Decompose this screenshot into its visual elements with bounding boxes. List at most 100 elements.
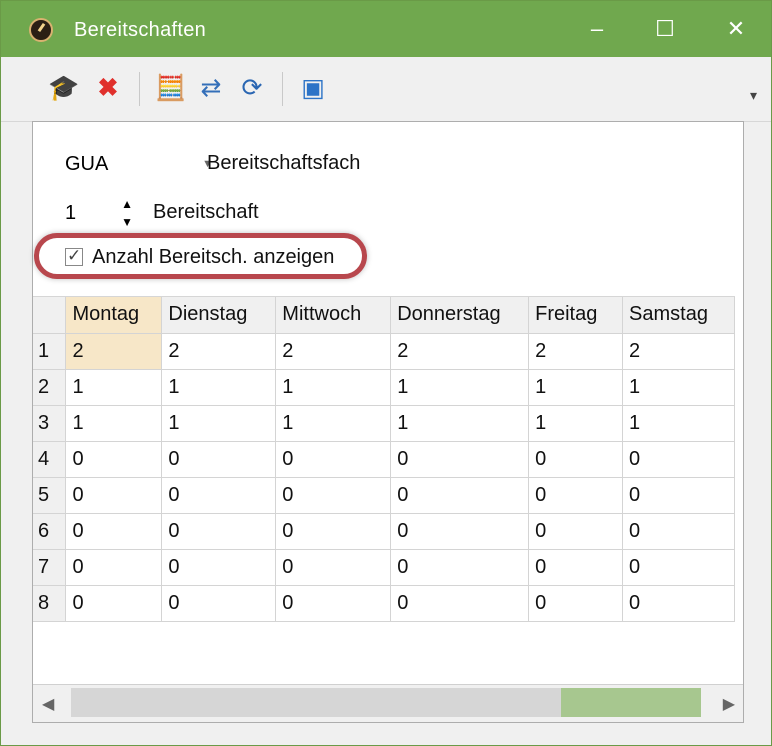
table-cell[interactable]: 2 bbox=[528, 333, 624, 370]
table-cell[interactable]: 0 bbox=[65, 441, 163, 478]
table-cell[interactable]: 1 bbox=[275, 405, 392, 442]
table-cell[interactable]: 0 bbox=[161, 585, 277, 622]
table-cell[interactable]: 1 bbox=[528, 405, 624, 442]
table-cell[interactable]: 0 bbox=[622, 513, 735, 550]
table-cell[interactable]: 0 bbox=[528, 513, 624, 550]
window-title: Bereitschaften bbox=[74, 19, 207, 41]
table-cell[interactable]: 0 bbox=[275, 513, 392, 550]
main-panel: GUA ▼ Bereitschaftsfach 1 ▲ ▼ Bereitscha… bbox=[32, 121, 744, 723]
corner-cell bbox=[33, 297, 67, 334]
toolbar: 🎓 ✖ 🧮 ⇄ ⟳ ▣ ▾ bbox=[1, 57, 771, 122]
table-cell[interactable]: 0 bbox=[622, 441, 735, 478]
table-cell[interactable]: 0 bbox=[622, 549, 735, 586]
scroll-thumb[interactable] bbox=[71, 688, 561, 717]
column-header[interactable]: Samstag bbox=[622, 297, 735, 334]
close-button[interactable]: ✕ bbox=[702, 1, 770, 57]
table-cell[interactable]: 0 bbox=[528, 441, 624, 478]
table-cell[interactable]: 2 bbox=[275, 333, 392, 370]
table-cell[interactable]: 0 bbox=[275, 549, 392, 586]
table-row: 8 0 0 0 0 0 0 bbox=[33, 585, 735, 622]
table-cell[interactable]: 0 bbox=[390, 441, 530, 478]
table-cell[interactable]: 0 bbox=[528, 477, 624, 514]
table-cell[interactable]: 0 bbox=[161, 441, 277, 478]
table-cell[interactable]: 2 bbox=[390, 333, 530, 370]
table-cell[interactable]: 1 bbox=[65, 405, 163, 442]
table-cell[interactable]: 0 bbox=[390, 477, 530, 514]
readiness-stepper[interactable]: 1 ▲ ▼ bbox=[61, 194, 141, 232]
table-cell[interactable]: 1 bbox=[275, 369, 392, 406]
table-cell[interactable]: 2 bbox=[65, 333, 163, 370]
table-cell[interactable]: 0 bbox=[161, 477, 277, 514]
calculator-icon[interactable]: 🧮 bbox=[155, 75, 186, 101]
table-cell[interactable]: 0 bbox=[622, 477, 735, 514]
table-cell[interactable]: 0 bbox=[275, 477, 392, 514]
table-cell[interactable]: 1 bbox=[390, 405, 530, 442]
table-cell[interactable]: 0 bbox=[528, 549, 624, 586]
table-cell[interactable]: 0 bbox=[65, 549, 163, 586]
table-cell[interactable]: 0 bbox=[65, 585, 163, 622]
row-header[interactable]: 4 bbox=[33, 441, 67, 478]
table-cell[interactable]: 2 bbox=[622, 333, 735, 370]
subject-combobox[interactable]: GUA ▼ bbox=[61, 147, 221, 181]
table-cell[interactable]: 0 bbox=[622, 585, 735, 622]
table-cell[interactable]: 0 bbox=[390, 513, 530, 550]
delete-icon[interactable]: ✖ bbox=[90, 75, 126, 101]
readiness-label: Bereitschaft bbox=[153, 201, 259, 223]
row-header[interactable]: 3 bbox=[33, 405, 67, 442]
table-cell[interactable]: 1 bbox=[161, 369, 277, 406]
table-cell[interactable]: 0 bbox=[161, 549, 277, 586]
table-cell[interactable]: 0 bbox=[528, 585, 624, 622]
graduation-cap-icon[interactable]: 🎓 bbox=[48, 75, 80, 101]
column-header[interactable]: Dienstag bbox=[161, 297, 277, 334]
table-cell[interactable]: 0 bbox=[390, 585, 530, 622]
table-cell[interactable]: 1 bbox=[528, 369, 624, 406]
table-cell[interactable]: 1 bbox=[622, 369, 735, 406]
highlight-oval: Anzahl Bereitsch. anzeigen bbox=[34, 233, 367, 279]
table-header-row: Montag Dienstag Mittwoch Donnerstag Frei… bbox=[33, 297, 735, 334]
column-header[interactable]: Freitag bbox=[528, 297, 624, 334]
table-row: 6 0 0 0 0 0 0 bbox=[33, 513, 735, 550]
table-row: 7 0 0 0 0 0 0 bbox=[33, 549, 735, 586]
minimize-button[interactable]: ‒ bbox=[563, 1, 631, 57]
readiness-table: Montag Dienstag Mittwoch Donnerstag Frei… bbox=[33, 297, 735, 622]
scroll-right-icon[interactable]: ▶ bbox=[723, 694, 735, 714]
scroll-track[interactable] bbox=[561, 688, 701, 717]
row-header[interactable]: 8 bbox=[33, 585, 67, 622]
column-header[interactable]: Mittwoch bbox=[275, 297, 392, 334]
table-cell[interactable]: 0 bbox=[161, 513, 277, 550]
show-count-label: Anzahl Bereitsch. anzeigen bbox=[92, 246, 335, 268]
table-row: 3 1 1 1 1 1 1 bbox=[33, 405, 735, 442]
subject-value: GUA bbox=[65, 153, 109, 175]
readiness-grid[interactable]: Montag Dienstag Mittwoch Donnerstag Frei… bbox=[33, 296, 735, 640]
table-cell[interactable]: 1 bbox=[390, 369, 530, 406]
horizontal-scrollbar[interactable]: ◀ ▶ bbox=[33, 684, 743, 722]
table-cell[interactable]: 0 bbox=[275, 441, 392, 478]
table-cell[interactable]: 2 bbox=[161, 333, 277, 370]
chevron-down-icon[interactable]: ▼ bbox=[121, 216, 133, 228]
transfer-icon[interactable]: ⇄ bbox=[196, 75, 226, 101]
scroll-left-icon[interactable]: ◀ bbox=[42, 694, 54, 714]
maximize-button[interactable]: ☐ bbox=[631, 1, 699, 57]
refresh-icon[interactable]: ⟳ bbox=[236, 75, 268, 101]
export-icon[interactable]: ▣ bbox=[298, 75, 328, 101]
title-bar[interactable]: Bereitschaften ‒ ☐ ✕ bbox=[1, 1, 771, 57]
table-cell[interactable]: 1 bbox=[161, 405, 277, 442]
column-header[interactable]: Donnerstag bbox=[390, 297, 530, 334]
table-cell[interactable]: 0 bbox=[275, 585, 392, 622]
row-header[interactable]: 5 bbox=[33, 477, 67, 514]
row-header[interactable]: 6 bbox=[33, 513, 67, 550]
column-header[interactable]: Montag bbox=[65, 297, 163, 334]
table-cell[interactable]: 0 bbox=[390, 549, 530, 586]
row-header[interactable]: 2 bbox=[33, 369, 67, 406]
table-row: 1 2 2 2 2 2 2 bbox=[33, 333, 735, 370]
table-cell[interactable]: 0 bbox=[65, 477, 163, 514]
table-cell[interactable]: 1 bbox=[622, 405, 735, 442]
table-cell[interactable]: 0 bbox=[65, 513, 163, 550]
toolbar-separator bbox=[139, 72, 140, 106]
row-header[interactable]: 7 bbox=[33, 549, 67, 586]
table-cell[interactable]: 1 bbox=[65, 369, 163, 406]
show-count-checkbox[interactable] bbox=[65, 246, 83, 266]
chevron-up-icon[interactable]: ▲ bbox=[121, 198, 133, 210]
toolbar-overflow-button[interactable]: ▾ bbox=[750, 87, 757, 104]
row-header[interactable]: 1 bbox=[33, 333, 67, 370]
